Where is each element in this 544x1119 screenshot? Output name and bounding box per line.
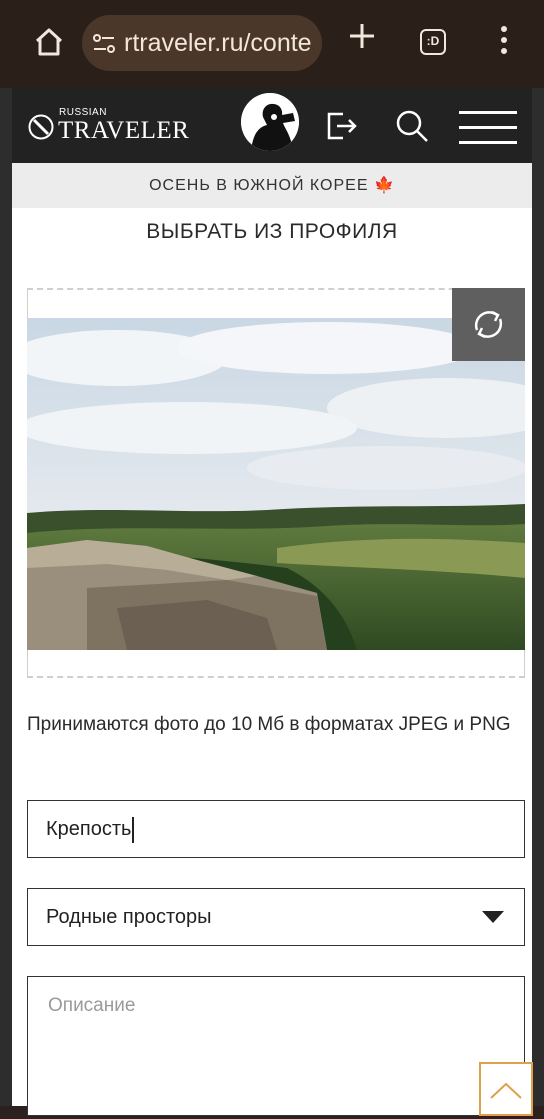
- promo-text: ОСЕНЬ В ЮЖНОЙ КОРЕЕ: [149, 177, 369, 194]
- description-placeholder: Описание: [48, 995, 136, 1016]
- browser-toolbar: rtraveler.ru/conte :D: [0, 0, 544, 88]
- site-header: RUSSIAN TRAVELER: [12, 88, 532, 163]
- logout-icon[interactable]: [323, 108, 359, 144]
- tab-switcher-button[interactable]: :D: [420, 29, 446, 55]
- category-select-value: Родные просторы: [46, 906, 212, 928]
- title-input-value: Крепость: [46, 818, 132, 840]
- rotate-icon: [474, 310, 503, 339]
- menu-icon[interactable]: [459, 111, 517, 145]
- user-avatar[interactable]: [241, 93, 299, 151]
- home-icon[interactable]: [34, 27, 64, 57]
- scroll-to-top-button[interactable]: [479, 1062, 533, 1116]
- search-icon[interactable]: [394, 108, 430, 144]
- photographer-icon: [241, 93, 299, 151]
- chevron-up-icon: [490, 1082, 522, 1099]
- browser-menu-icon[interactable]: [497, 26, 511, 60]
- background-edge: [0, 88, 12, 1106]
- pick-from-profile-link[interactable]: ВЫБРАТЬ ИЗ ПРОФИЛЯ: [12, 220, 532, 244]
- address-bar[interactable]: rtraveler.ru/conte: [82, 15, 322, 71]
- site-settings-icon[interactable]: [92, 33, 116, 55]
- upload-hint: Принимаются фото до 10 Мб в форматах JPE…: [27, 714, 511, 735]
- promo-banner[interactable]: ОСЕНЬ В ЮЖНОЙ КОРЕЕ 🍁: [12, 163, 532, 209]
- logo-text: TRAVELER: [58, 117, 190, 144]
- text-caret: [132, 816, 135, 843]
- maple-leaf-icon: 🍁: [373, 177, 395, 194]
- category-select[interactable]: Родные просторы: [27, 888, 525, 946]
- dropdown-arrow-icon: [482, 911, 504, 923]
- new-tab-icon[interactable]: [348, 22, 376, 50]
- rotate-photo-button[interactable]: [452, 288, 525, 361]
- background-edge: [532, 88, 544, 1106]
- photo-preview: [27, 318, 525, 650]
- url-text[interactable]: rtraveler.ru/conte: [124, 29, 312, 58]
- description-textarea[interactable]: Описание: [27, 976, 525, 1116]
- photo-title-input[interactable]: Крепость: [27, 800, 525, 858]
- compass-icon: [28, 114, 54, 140]
- upload-form: ВЫБРАТЬ ИЗ ПРОФИЛЯ Принимаются фото до 1…: [12, 208, 532, 1116]
